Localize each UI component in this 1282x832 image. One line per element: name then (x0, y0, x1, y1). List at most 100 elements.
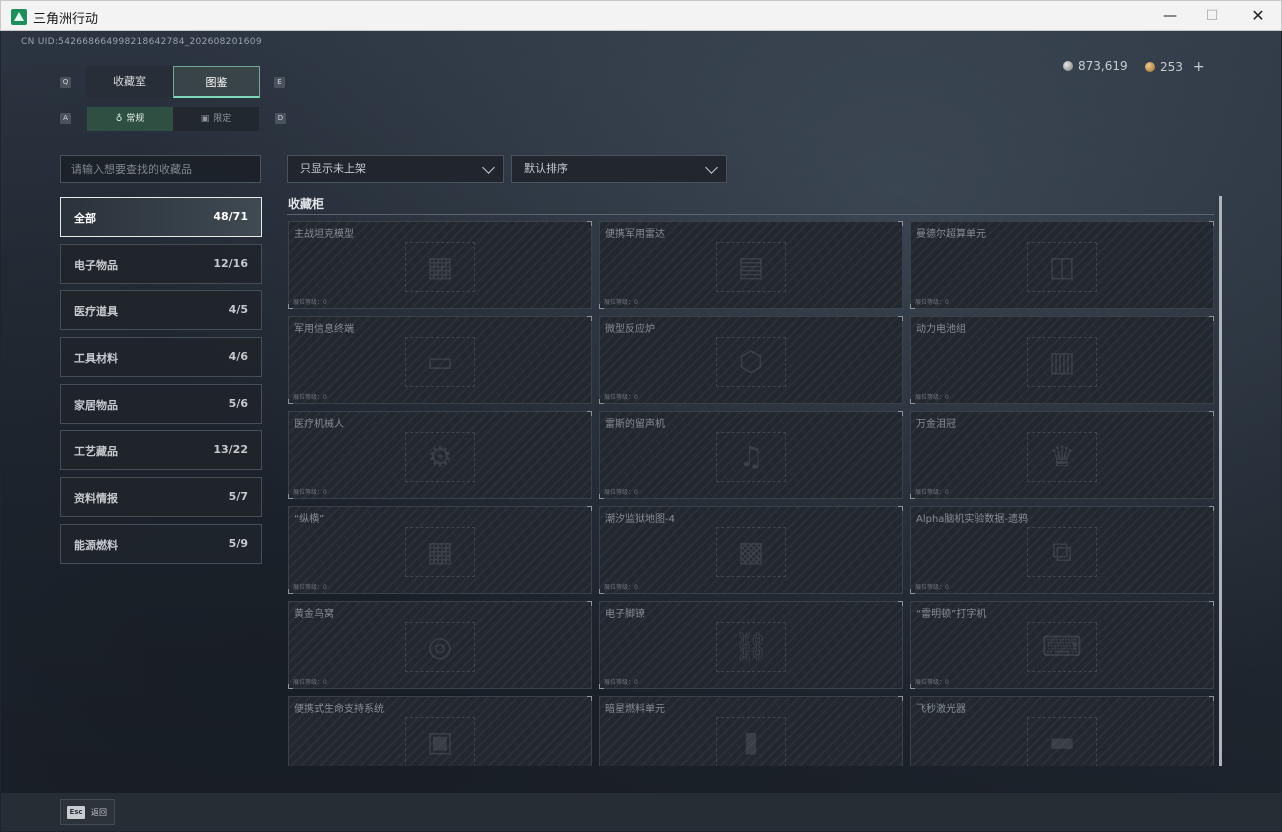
scrollbar[interactable] (1219, 196, 1222, 766)
item-thumbnail-icon: ▭ (405, 337, 475, 387)
collection-card[interactable]: 便携军用雷达 ▤ 展位等级：0 (599, 221, 903, 309)
section-divider (287, 214, 1214, 215)
category-count: 13/22 (213, 443, 248, 456)
category-electronics[interactable]: 电子物品 12/16 (60, 244, 262, 284)
item-slot-level: 展位等级：0 (293, 584, 327, 591)
category-count: 48/71 (213, 210, 248, 223)
item-name: “纵横” (294, 514, 325, 525)
collection-card[interactable]: “雷明顿”打字机 ⌨ 展位等级：0 (910, 601, 1214, 689)
category-label: 工艺藏品 (74, 445, 118, 458)
bottom-bar: Esc 返回 (1, 793, 1281, 831)
category-crafts[interactable]: 工艺藏品 13/22 (60, 430, 262, 470)
category-intel[interactable]: 资料情报 5/7 (60, 477, 262, 517)
silver-amount: 873,619 (1078, 59, 1128, 73)
category-medical[interactable]: 医疗道具 4/5 (60, 290, 262, 330)
item-slot-level: 展位等级：0 (915, 394, 949, 401)
collection-card[interactable]: 军用信息终端 ▭ 展位等级：0 (288, 316, 592, 404)
category-fuel[interactable]: 能源燃料 5/9 (60, 524, 262, 564)
item-name: 万金泪冠 (916, 419, 956, 430)
item-slot-level: 展位等级：0 (604, 489, 638, 496)
category-count: 4/6 (228, 350, 248, 363)
category-label: 电子物品 (74, 259, 118, 272)
item-slot-level: 展位等级：0 (293, 299, 327, 306)
item-name: 飞秒激光器 (916, 704, 966, 715)
category-tools[interactable]: 工具材料 4/6 (60, 337, 262, 377)
item-thumbnail-icon: ▩ (716, 527, 786, 577)
item-slot-level: 展位等级：0 (604, 679, 638, 686)
category-household[interactable]: 家居物品 5/6 (60, 384, 262, 424)
collection-card[interactable]: 动力电池组 ▥ 展位等级：0 (910, 316, 1214, 404)
category-all[interactable]: 全部 48/71 (60, 197, 262, 237)
collection-card[interactable]: Alpha脑机实验数据-遗鸦 ⧉ 展位等级：0 (910, 506, 1214, 594)
tab-catalog[interactable]: 图鉴 (173, 66, 260, 98)
item-slot-level: 展位等级：0 (915, 299, 949, 306)
item-name: 暗星燃料单元 (605, 704, 665, 715)
item-thumbnail-icon: ▬ (1027, 717, 1097, 766)
category-count: 12/16 (213, 257, 248, 270)
flask-icon: ♁ (115, 114, 123, 124)
item-slot-level: 展位等级：0 (604, 394, 638, 401)
game-viewport: CN UID:5426686649982186427​84_2026082016… (1, 31, 1281, 831)
collection-card[interactable]: 雷斯的留声机 ♫ 展位等级：0 (599, 411, 903, 499)
sort-dropdown[interactable]: 默认排序 (511, 155, 727, 183)
item-name: 微型反应炉 (605, 324, 655, 335)
item-name: 医疗机械人 (294, 419, 344, 430)
window-titlebar: 三角洲行动 — ☐ ✕ (0, 0, 1282, 31)
collection-grid: 主战坦克模型 ▦ 展位等级：0 便携军用雷达 ▤ 展位等级：0 曼德尔超算单元 ◫ 展位等级… (288, 221, 1214, 766)
collection-card[interactable]: 潮汐监狱地图-4 ▩ 展位等级：0 (599, 506, 903, 594)
chevron-down-icon (705, 161, 718, 174)
collection-card[interactable]: 万金泪冠 ♛ 展位等级：0 (910, 411, 1214, 499)
close-button[interactable]: ✕ (1235, 1, 1281, 31)
collection-card[interactable]: “纵横” ▦ 展位等级：0 (288, 506, 592, 594)
item-name: 黄金鸟窝 (294, 609, 334, 620)
collection-card[interactable]: 微型反应炉 ⬡ 展位等级：0 (599, 316, 903, 404)
subtab-limited-label: 限定 (213, 114, 232, 124)
sort-value: 默认排序 (524, 162, 568, 175)
category-count: 5/7 (228, 490, 248, 503)
collection-card[interactable]: 便携式生命支持系统▣展位等级：0 (288, 696, 592, 766)
collection-card[interactable]: 暗星燃料单元▮展位等级：0 (599, 696, 903, 766)
item-thumbnail-icon: ▮ (716, 717, 786, 766)
subtab-limited[interactable]: ▣ 限定 (173, 107, 259, 131)
window-title: 三角洲行动 (33, 12, 99, 27)
item-slot-level: 展位等级：0 (293, 394, 327, 401)
item-slot-level: 展位等级：0 (915, 489, 949, 496)
maximize-button[interactable]: ☐ (1189, 1, 1235, 31)
collection-card[interactable]: 飞秒激光器▬展位等级：0 (910, 696, 1214, 766)
image-icon: ▣ (200, 114, 210, 124)
add-currency-button[interactable]: + (1193, 59, 1205, 75)
collection-card[interactable]: 电子脚镣 ⛓ 展位等级：0 (599, 601, 903, 689)
minimize-button[interactable]: — (1147, 1, 1193, 31)
item-thumbnail-icon: ▦ (405, 527, 475, 577)
collection-card[interactable]: 主战坦克模型 ▦ 展位等级：0 (288, 221, 592, 309)
item-name: 主战坦克模型 (294, 229, 354, 240)
status-filter-dropdown[interactable]: 只显示未上架 (287, 155, 504, 183)
category-label: 资料情报 (74, 492, 118, 505)
category-label: 医疗道具 (74, 305, 118, 318)
collection-card[interactable]: 医疗机械人 ⚙ 展位等级：0 (288, 411, 592, 499)
back-button[interactable]: Esc 返回 (60, 799, 115, 825)
esc-key-hint: Esc (67, 806, 85, 819)
key-hint-e: E (274, 77, 285, 88)
category-count: 5/6 (228, 397, 248, 410)
subtab-regular[interactable]: ♁ 常规 (87, 107, 173, 131)
silver-coin-icon (1063, 61, 1073, 71)
item-slot-level: 展位等级：0 (915, 584, 949, 591)
item-slot-level: 展位等级：0 (604, 584, 638, 591)
item-name: 动力电池组 (916, 324, 966, 335)
category-label: 能源燃料 (74, 539, 118, 552)
category-label: 家居物品 (74, 399, 118, 412)
search-input[interactable] (60, 155, 261, 183)
category-count: 4/5 (228, 303, 248, 316)
silver-currency: 873,619 (1063, 59, 1128, 73)
collection-card[interactable]: 黄金鸟窝 ◎ 展位等级：0 (288, 601, 592, 689)
chevron-down-icon (482, 161, 495, 174)
item-name: 便携式生命支持系统 (294, 704, 384, 715)
collection-card[interactable]: 曼德尔超算单元 ◫ 展位等级：0 (910, 221, 1214, 309)
tab-collection-room[interactable]: 收藏室 (86, 66, 173, 98)
item-thumbnail-icon: ▦ (405, 242, 475, 292)
key-hint-a: A (60, 113, 71, 124)
key-hint-q: Q (60, 77, 71, 88)
item-thumbnail-icon: ▥ (1027, 337, 1097, 387)
item-slot-level: 展位等级：0 (293, 489, 327, 496)
